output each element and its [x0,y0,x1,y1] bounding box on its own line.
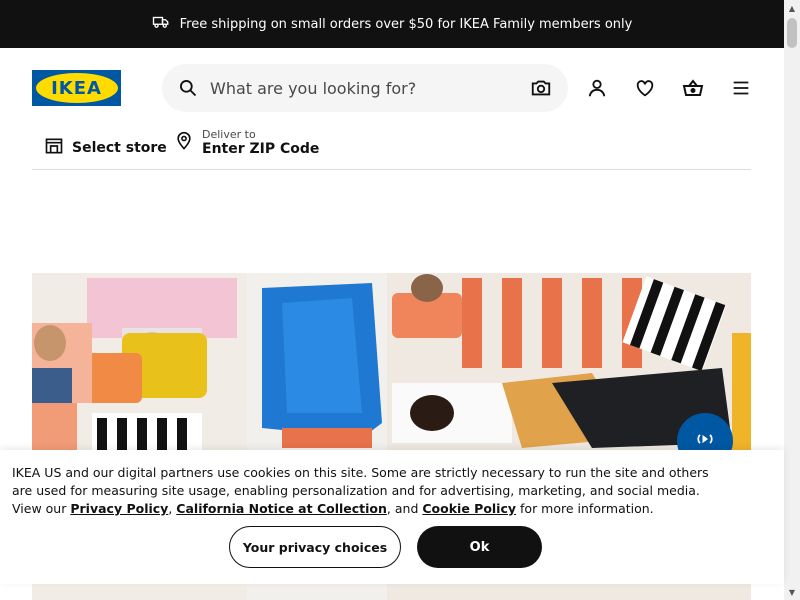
camera-icon[interactable] [530,77,552,99]
store-icon [44,136,64,160]
heart-icon[interactable] [633,76,657,100]
user-icon[interactable] [585,76,609,100]
menu-icon[interactable] [729,76,753,100]
scrollbar[interactable]: ▲ ▼ [784,0,800,600]
header-divider [32,169,751,170]
cookie-and: , and [386,501,419,516]
scrollbar-thumb[interactable] [787,18,797,48]
privacy-policy-link[interactable]: Privacy Policy [70,501,168,516]
zip-code-button[interactable]: Deliver to Enter ZIP Code [174,128,319,157]
select-store-label: Select store [72,140,167,156]
cookie-ok-button[interactable]: Ok [417,526,542,568]
cookie-policy-link[interactable]: Cookie Policy [422,501,516,516]
select-store-button[interactable]: Select store [44,136,167,160]
cookie-comma: , [168,501,173,516]
location-pin-icon [174,130,194,156]
scroll-up-arrow[interactable]: ▲ [784,0,800,16]
zip-code-label: Enter ZIP Code [202,141,320,157]
ikea-logo[interactable]: IKEA [32,70,121,106]
search-bar[interactable] [162,64,568,112]
logo-oval: IKEA [35,73,118,103]
cookie-text-outro: for more information. [520,501,654,516]
search-input[interactable] [210,78,530,98]
page: Free shipping on small orders over $50 f… [0,0,800,600]
deliver-to-label: Deliver to [202,128,256,141]
privacy-choices-button[interactable]: Your privacy choices [229,526,401,568]
california-notice-link[interactable]: California Notice at Collection [176,501,387,516]
search-icon[interactable] [178,78,198,98]
cookie-text: IKEA US and our digital partners use coo… [12,464,722,518]
logo-text: IKEA [51,77,102,99]
basket-icon[interactable] [681,76,705,100]
promo-banner-text: Free shipping on small orders over $50 f… [179,16,633,32]
promo-banner[interactable]: Free shipping on small orders over $50 f… [0,0,784,48]
truck-icon [152,13,170,35]
scroll-down-arrow[interactable]: ▼ [784,584,800,600]
